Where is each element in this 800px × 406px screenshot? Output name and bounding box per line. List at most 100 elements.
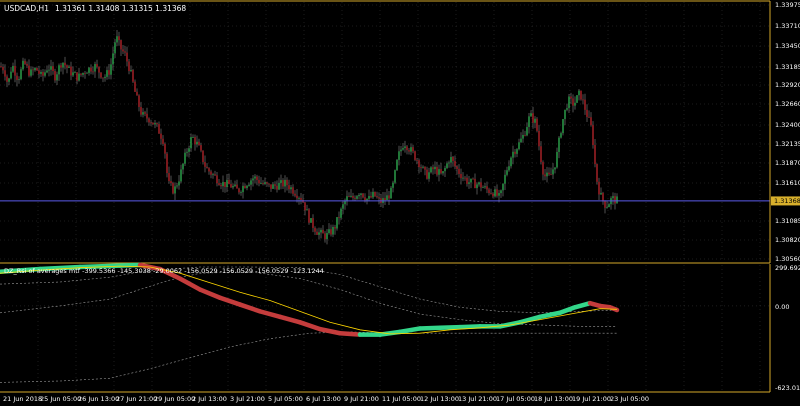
bear-candle (590, 117, 592, 126)
rsi-segment (417, 325, 443, 331)
indicator-zero-label: 0.00 (775, 303, 789, 311)
bull-candle (280, 180, 282, 183)
bull-candle (184, 152, 186, 164)
bull-candle (564, 109, 566, 120)
bear-candle (118, 36, 120, 41)
bull-candle (526, 127, 528, 136)
bull-candle (546, 172, 548, 177)
bull-candle (518, 142, 520, 150)
bull-candle (392, 182, 394, 188)
bull-candle (422, 166, 424, 168)
bull-candle (112, 53, 114, 65)
bull-candle (462, 177, 464, 179)
bull-candle (608, 204, 610, 208)
bull-candle (12, 65, 14, 72)
time-label: 5 Jul 05:00 (268, 395, 303, 403)
bear-candle (408, 150, 410, 152)
bull-candle (68, 66, 70, 68)
bear-candle (146, 113, 148, 119)
bull-candle (196, 141, 198, 145)
bear-candle (420, 167, 422, 168)
bull-candle (310, 218, 312, 223)
bull-candle (358, 194, 360, 197)
trading-chart[interactable]: USDCAD,H1 1.31361 1.31408 1.31315 1.31368… (0, 0, 800, 406)
bull-candle (62, 62, 64, 68)
bull-candle (430, 167, 432, 173)
bear-candle (374, 191, 376, 197)
bear-candle (60, 65, 62, 68)
time-label: 9 Jul 21:00 (344, 395, 379, 403)
time-label: 23 Jul 05:00 (610, 395, 649, 403)
bull-candle (56, 74, 58, 81)
bull-candle (328, 229, 330, 234)
bull-candle (394, 170, 396, 183)
bull-candle (182, 163, 184, 170)
bull-candle (534, 118, 536, 123)
bull-candle (476, 184, 478, 189)
bear-candle (138, 95, 140, 107)
bull-candle (332, 226, 334, 235)
time-label: 29 Jun 05:00 (154, 395, 195, 403)
bull-candle (74, 72, 76, 74)
bull-candle (278, 182, 280, 190)
price-tick: 1.33185 (775, 63, 800, 71)
bull-candle (130, 69, 132, 72)
bear-candle (370, 196, 372, 198)
bull-candle (402, 148, 404, 150)
bear-candle (440, 169, 442, 174)
bear-candle (550, 174, 552, 176)
bull-candle (386, 195, 388, 201)
bear-candle (14, 65, 16, 76)
bear-candle (152, 122, 154, 125)
bear-candle (206, 166, 208, 169)
bull-candle (240, 192, 242, 193)
price-tick: 1.32135 (775, 140, 800, 148)
bull-candle (82, 72, 84, 75)
bull-candle (478, 182, 480, 185)
bull-candle (20, 69, 22, 80)
bear-candle (596, 164, 598, 182)
bear-candle (348, 196, 350, 198)
bear-candle (418, 160, 420, 168)
bear-candle (32, 69, 34, 71)
bull-candle (222, 182, 224, 187)
bull-candle (574, 102, 576, 106)
bull-candle (554, 167, 556, 170)
bear-candle (230, 184, 232, 188)
bull-candle (470, 178, 472, 183)
indicator-label: DZ_Rsi of averages mtf -399.5366 -145.30… (4, 267, 324, 275)
bear-candle (330, 229, 332, 235)
bull-candle (248, 184, 250, 186)
bull-candle (342, 204, 344, 209)
price-tick: 1.32400 (775, 121, 800, 129)
bull-candle (284, 179, 286, 187)
bear-candle (160, 133, 162, 139)
price-tick: 1.33710 (775, 22, 800, 30)
bear-candle (288, 185, 290, 190)
bear-candle (352, 195, 354, 198)
bull-candle (40, 71, 42, 74)
rsi-segment (337, 330, 363, 337)
bull-candle (176, 185, 178, 187)
bear-candle (490, 192, 492, 194)
bear-candle (458, 168, 460, 174)
bear-candle (168, 173, 170, 182)
bull-candle (398, 151, 400, 160)
bull-candle (346, 196, 348, 201)
bull-candle (190, 137, 192, 149)
bear-candle (586, 109, 588, 117)
bull-candle (530, 113, 532, 117)
bull-candle (106, 70, 108, 77)
bull-candle (500, 190, 502, 194)
bear-candle (38, 70, 40, 74)
time-label: 26 Jun 13:00 (78, 395, 119, 403)
bear-candle (274, 184, 276, 186)
bull-candle (506, 170, 508, 175)
bull-candle (522, 134, 524, 139)
bull-candle (350, 195, 352, 197)
bear-candle (200, 145, 202, 151)
bear-candle (92, 71, 94, 73)
bear-candle (122, 49, 124, 52)
current-price-tag: 1.31368 (771, 196, 800, 206)
bear-candle (70, 66, 72, 76)
